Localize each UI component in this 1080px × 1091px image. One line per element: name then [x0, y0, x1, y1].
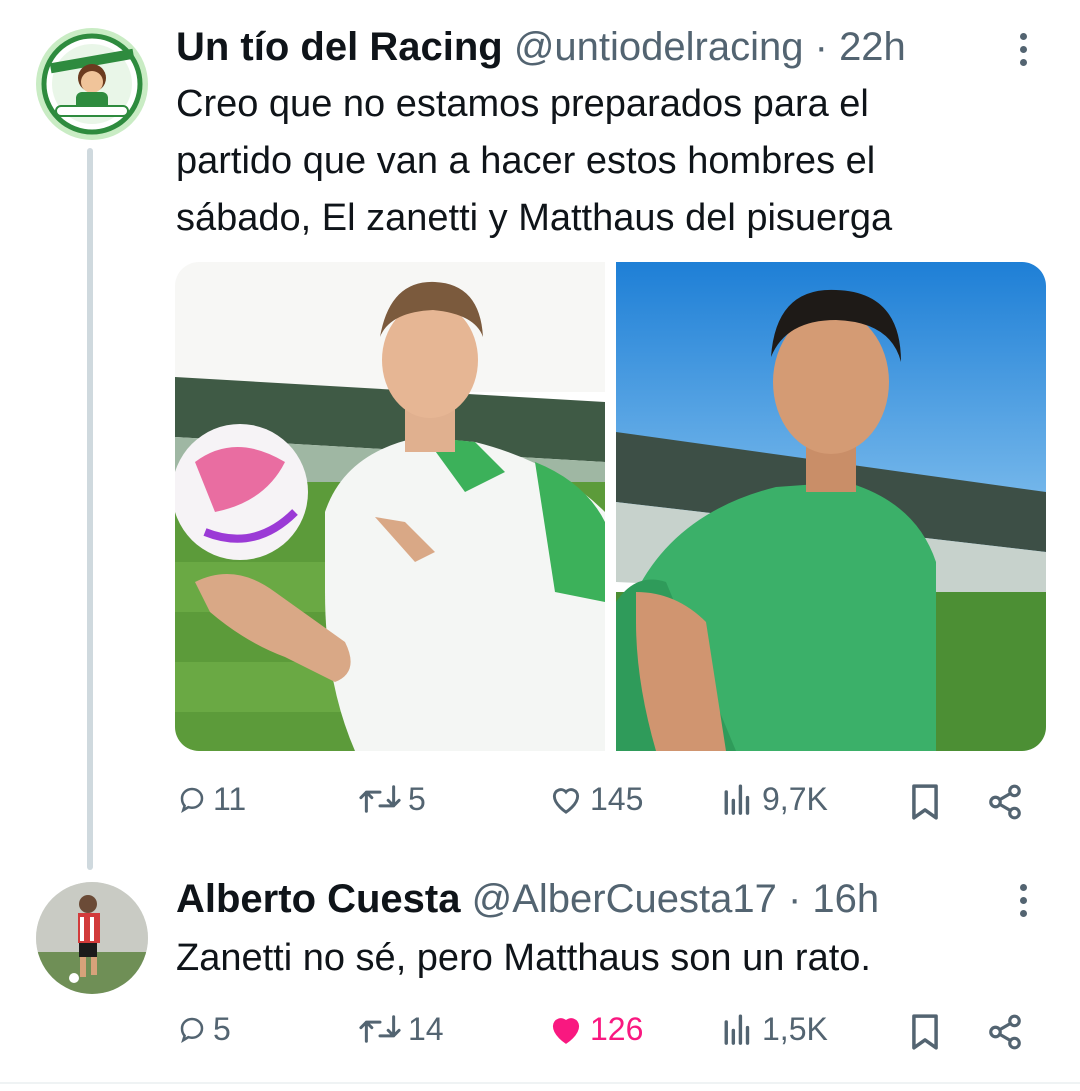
retweet-count: 5: [408, 781, 426, 817]
bookmark-button[interactable]: [908, 1013, 942, 1051]
more-options-icon[interactable]: [1013, 33, 1033, 73]
player-photo-green-jersey: [616, 262, 1046, 751]
divider: [0, 1082, 1080, 1084]
retweet-button[interactable]: 5: [358, 783, 426, 815]
author-name[interactable]: Alberto Cuesta: [176, 877, 461, 921]
retweet-button[interactable]: 14: [358, 1013, 444, 1045]
bookmark-button[interactable]: [908, 783, 942, 821]
tweet-text: Creo que no estamos preparados para el p…: [176, 76, 892, 247]
bookmark-icon: [912, 784, 938, 820]
views-button[interactable]: 1,5K: [722, 1013, 828, 1045]
avatar-untiodelracing[interactable]: [36, 28, 148, 140]
like-button[interactable]: 145: [548, 783, 643, 815]
more-options-icon[interactable]: [1013, 884, 1033, 924]
author-handle[interactable]: @AlberCuesta17: [472, 877, 777, 921]
avatar-photo: [36, 882, 148, 994]
bookmark-icon: [912, 1014, 938, 1050]
reply-icon: [180, 787, 204, 814]
views-button[interactable]: 9,7K: [722, 783, 828, 815]
analytics-icon: [724, 1014, 750, 1045]
reply-count: 5: [213, 1011, 231, 1047]
share-button[interactable]: [985, 783, 1025, 821]
tweet-header: Un tío del Racing @untiodelracing · 22h: [176, 27, 906, 67]
author-handle[interactable]: @untiodelracing: [514, 25, 804, 69]
author-name[interactable]: Un tío del Racing: [176, 25, 503, 69]
tweet-text-line: sábado, El zanetti y Matthaus del pisuer…: [176, 197, 893, 239]
thread-connector-line: [87, 148, 93, 870]
retweet-count: 14: [408, 1011, 444, 1047]
reply-icon: [180, 1017, 204, 1044]
tweet-media-image-2[interactable]: [616, 262, 1046, 751]
tweet-header: Alberto Cuesta @AlberCuesta17 · 16h: [176, 879, 879, 919]
timestamp[interactable]: 22h: [839, 25, 906, 69]
reply-count: 11: [213, 781, 247, 817]
like-count: 126: [590, 1011, 644, 1047]
racing-badge-icon: [41, 33, 143, 135]
tweet-text-line: partido que van a hacer estos hombres el: [176, 140, 876, 182]
reply-button[interactable]: 5: [177, 1013, 231, 1045]
retweet-icon: [359, 1015, 401, 1043]
tweet-media-image-1[interactable]: [175, 262, 605, 751]
views-count: 1,5K: [762, 1011, 828, 1047]
tweet-text: Zanetti no sé, pero Matthaus son un rato…: [176, 930, 871, 987]
analytics-icon: [724, 784, 750, 815]
reply-button[interactable]: 11: [177, 783, 246, 815]
share-icon: [989, 1014, 1021, 1050]
separator: ·: [814, 25, 828, 69]
tweet-text-line: Creo que no estamos preparados para el: [176, 83, 869, 125]
views-count: 9,7K: [762, 781, 828, 817]
avatar-albercuesta17[interactable]: [36, 882, 148, 994]
like-count: 145: [590, 781, 644, 817]
tweet-text-line: Zanetti no sé, pero Matthaus son un rato…: [176, 937, 871, 979]
timestamp[interactable]: 16h: [812, 877, 879, 921]
heart-filled-icon: [552, 1018, 580, 1044]
share-button[interactable]: [985, 1013, 1025, 1051]
retweet-icon: [359, 785, 401, 813]
share-icon: [989, 784, 1021, 820]
player-photo-white-jersey: [175, 262, 605, 751]
separator: ·: [787, 877, 802, 921]
heart-icon: [552, 788, 580, 814]
like-button[interactable]: 126: [548, 1013, 643, 1045]
